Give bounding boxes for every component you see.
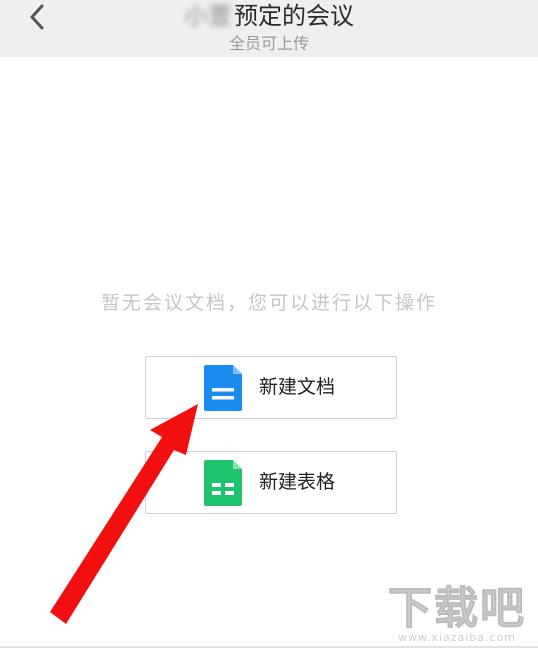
watermark-logo: 下载吧 (388, 583, 526, 634)
new-spreadsheet-label: 新建表格 (259, 471, 336, 493)
doc-file-icon (204, 365, 242, 411)
page-subtitle: 全员可上传 (228, 34, 309, 53)
sheet-file-icon (204, 460, 242, 506)
annotation-arrow (50, 404, 198, 624)
watermark-url: www.xiazaiba.com (397, 631, 517, 644)
bottom-divider (0, 646, 538, 648)
new-document-label: 新建文档 (259, 376, 336, 398)
page-title: 小萱预定的会议 (0, 0, 538, 32)
app-header: 小萱预定的会议 全员可上传 (0, 0, 538, 57)
empty-state-message: 暂无会议文档，您可以进行以下操作 (100, 292, 437, 314)
new-document-button[interactable]: 新建文档 (145, 356, 397, 419)
blurred-name: 小萱 (184, 2, 232, 30)
watermark: 下载吧 www.xiazaiba.com (388, 583, 526, 644)
title-text: 预定的会议 (234, 2, 354, 30)
new-spreadsheet-button[interactable]: 新建表格 (145, 451, 397, 514)
